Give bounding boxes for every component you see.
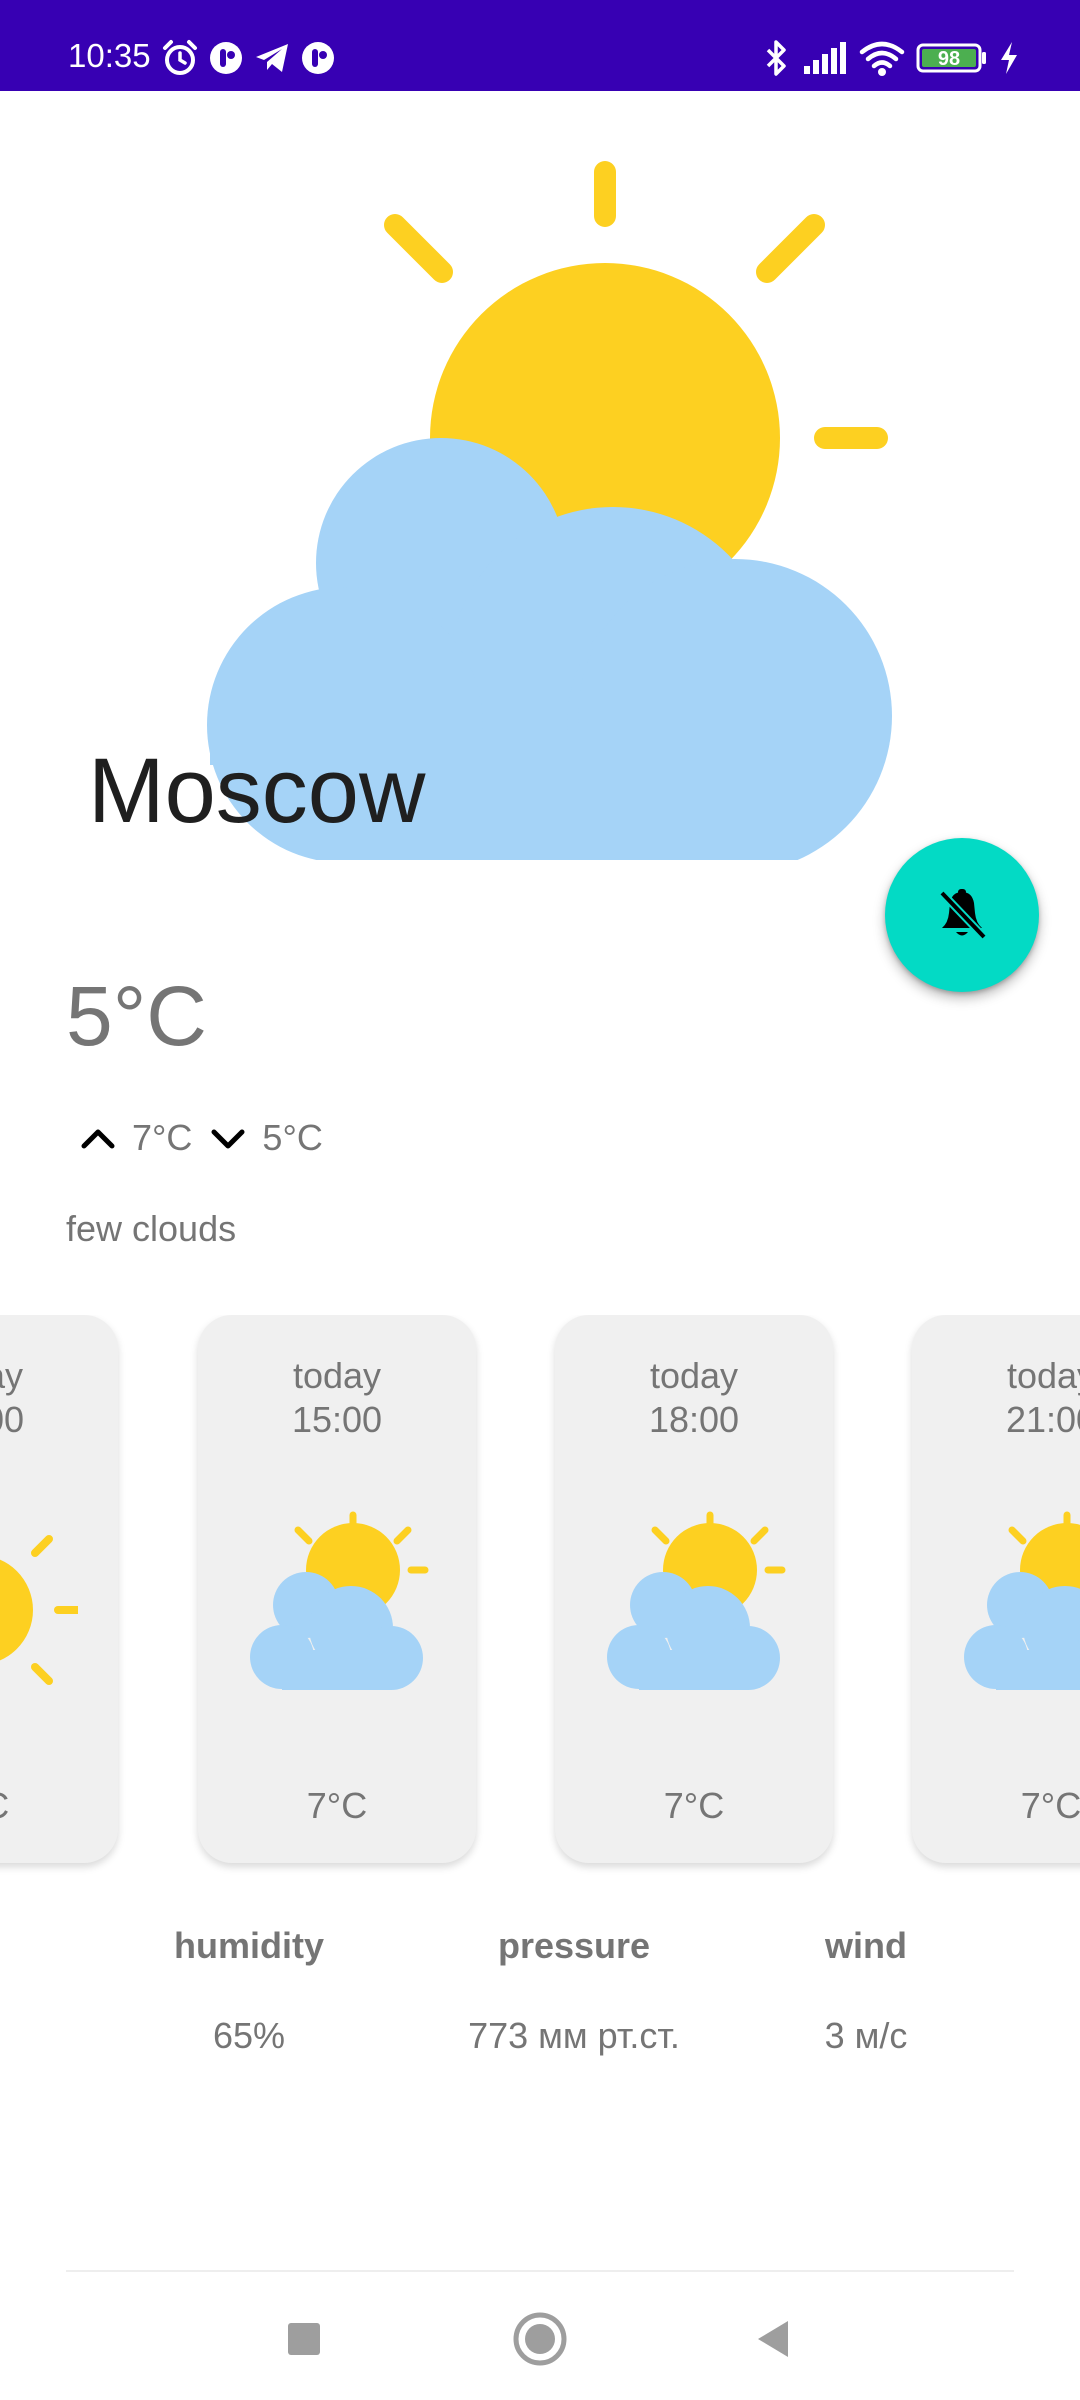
forecast-day: today bbox=[649, 1355, 739, 1396]
sunny-icon bbox=[0, 1535, 78, 1685]
wind-detail: wind 3 м/с bbox=[706, 1925, 1026, 2057]
forecast-time: 15:00 bbox=[291, 1399, 383, 1440]
forecast-temperature: 7°C bbox=[306, 1785, 368, 1826]
min-max-row: 7°C 5°C bbox=[78, 1114, 339, 1162]
humidity-detail: humidity 65% bbox=[89, 1925, 409, 2057]
forecast-card[interactable]: today 21:00 7°C bbox=[912, 1315, 1080, 1863]
forecast-card[interactable]: today 15:00 7°C bbox=[198, 1315, 476, 1863]
home-icon[interactable] bbox=[510, 2309, 570, 2369]
alarm-icon bbox=[163, 40, 197, 75]
chevron-down-icon bbox=[211, 1129, 245, 1149]
forecast-list[interactable]: today 12:00 7°C today 15:00 bbox=[0, 1315, 1080, 1875]
telegram-icon bbox=[256, 44, 288, 72]
wifi-icon bbox=[859, 41, 905, 76]
pressure-detail: pressure 773 мм рт.ст. bbox=[414, 1925, 734, 2057]
partly-cloudy-icon bbox=[607, 1511, 786, 1690]
forecast-day: today bbox=[0, 1355, 24, 1396]
wind-value: 3 м/с bbox=[824, 2015, 908, 2056]
forecast-day: today bbox=[292, 1355, 382, 1396]
forecast-time: 18:00 bbox=[648, 1399, 740, 1440]
forecast-temperature: 7°C bbox=[663, 1785, 725, 1826]
app-notification-icon bbox=[302, 42, 334, 74]
forecast-card[interactable]: today 18:00 7°C bbox=[555, 1315, 833, 1863]
city-name: Moscow bbox=[88, 740, 426, 842]
charging-icon bbox=[1001, 42, 1017, 74]
app-notification-icon bbox=[210, 42, 242, 74]
status-right-icons: 98 bbox=[762, 38, 1020, 78]
notifications-off-icon bbox=[939, 889, 987, 940]
max-temperature: 7°C bbox=[132, 1117, 193, 1158]
nav-divider bbox=[66, 2270, 1014, 2272]
humidity-label: humidity bbox=[174, 1925, 324, 1966]
weather-description: few clouds bbox=[66, 1208, 237, 1249]
status-left-icons bbox=[160, 38, 338, 78]
partly-cloudy-icon bbox=[964, 1511, 1080, 1690]
recents-icon[interactable] bbox=[280, 2315, 328, 2363]
status-time: 10:35 bbox=[68, 37, 151, 74]
bluetooth-icon bbox=[766, 40, 786, 76]
forecast-temperature: 7°C bbox=[1020, 1785, 1080, 1826]
forecast-temperature: 7°C bbox=[0, 1785, 118, 1827]
forecast-time: 12:00 bbox=[0, 1399, 25, 1440]
forecast-card[interactable]: today 12:00 7°C bbox=[0, 1315, 118, 1863]
signal-icon bbox=[804, 42, 846, 74]
forecast-day: today bbox=[1006, 1355, 1080, 1396]
min-temperature: 5°C bbox=[262, 1117, 323, 1158]
back-icon[interactable] bbox=[750, 2315, 798, 2363]
forecast-time: 21:00 bbox=[1005, 1399, 1080, 1440]
chevron-up-icon bbox=[81, 1129, 115, 1149]
notifications-toggle-button[interactable] bbox=[885, 838, 1039, 992]
pressure-label: pressure bbox=[497, 1925, 651, 1966]
wind-label: wind bbox=[825, 1925, 907, 1966]
navigation-bar bbox=[0, 2295, 1080, 2395]
current-temperature: 5°C bbox=[66, 969, 207, 1063]
humidity-value: 65% bbox=[212, 2015, 286, 2056]
battery-level: 98 bbox=[938, 48, 960, 70]
pressure-value: 773 мм рт.ст. bbox=[468, 2015, 680, 2056]
status-bar: 10:35 98 bbox=[0, 0, 1080, 91]
partly-cloudy-icon bbox=[250, 1511, 429, 1690]
battery-icon: 98 bbox=[916, 43, 986, 73]
